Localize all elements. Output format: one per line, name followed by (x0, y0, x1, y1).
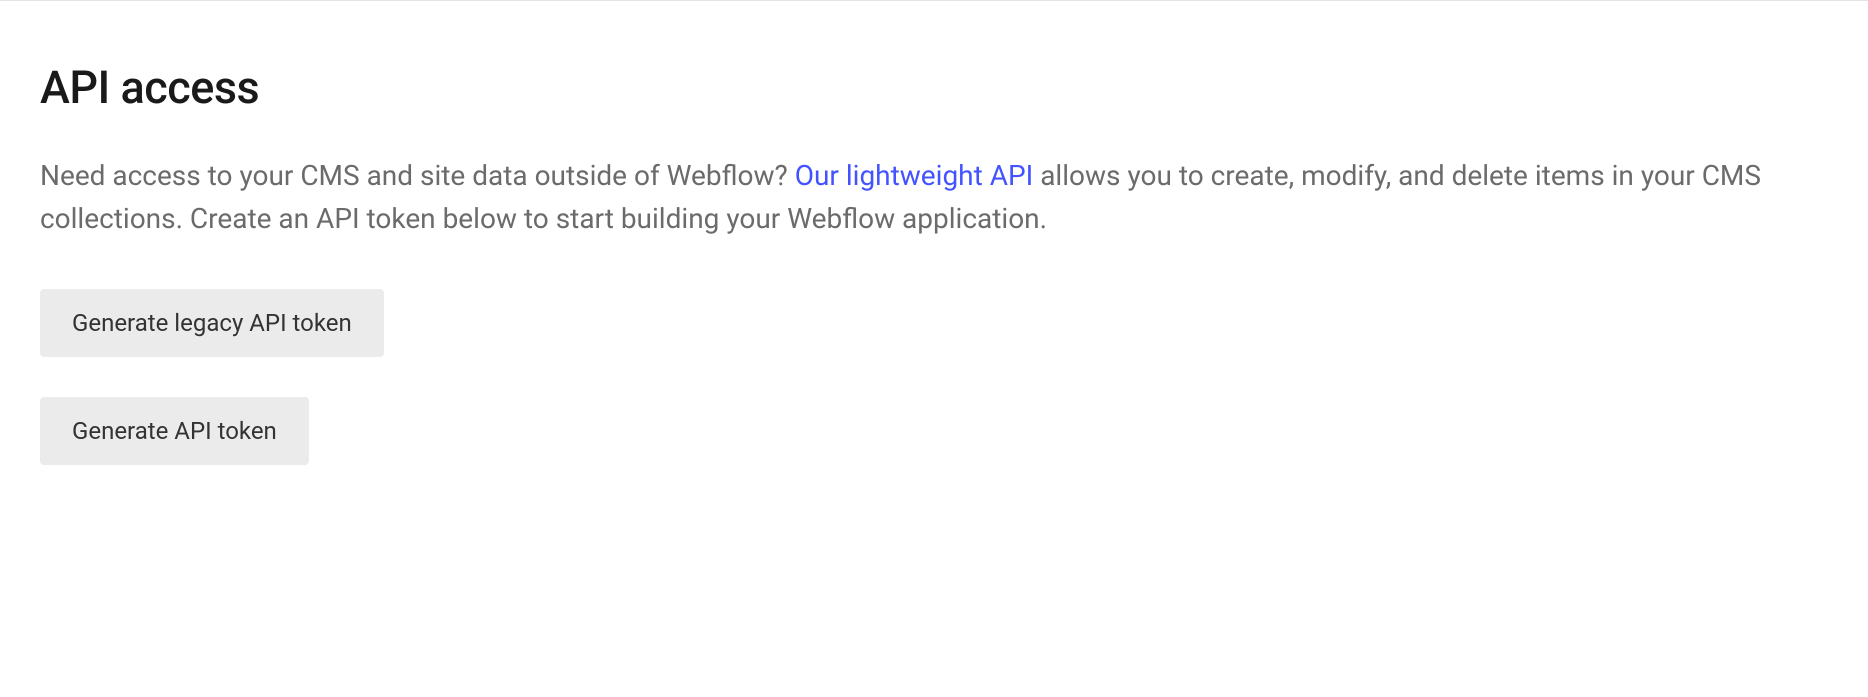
section-title: API access (40, 61, 1828, 114)
button-group: Generate legacy API token Generate API t… (40, 289, 1828, 465)
description-text-before: Need access to your CMS and site data ou… (40, 159, 795, 192)
lightweight-api-link[interactable]: Our lightweight API (795, 159, 1034, 192)
generate-api-token-button[interactable]: Generate API token (40, 397, 309, 465)
generate-legacy-api-token-button[interactable]: Generate legacy API token (40, 289, 384, 357)
section-description: Need access to your CMS and site data ou… (40, 154, 1828, 241)
